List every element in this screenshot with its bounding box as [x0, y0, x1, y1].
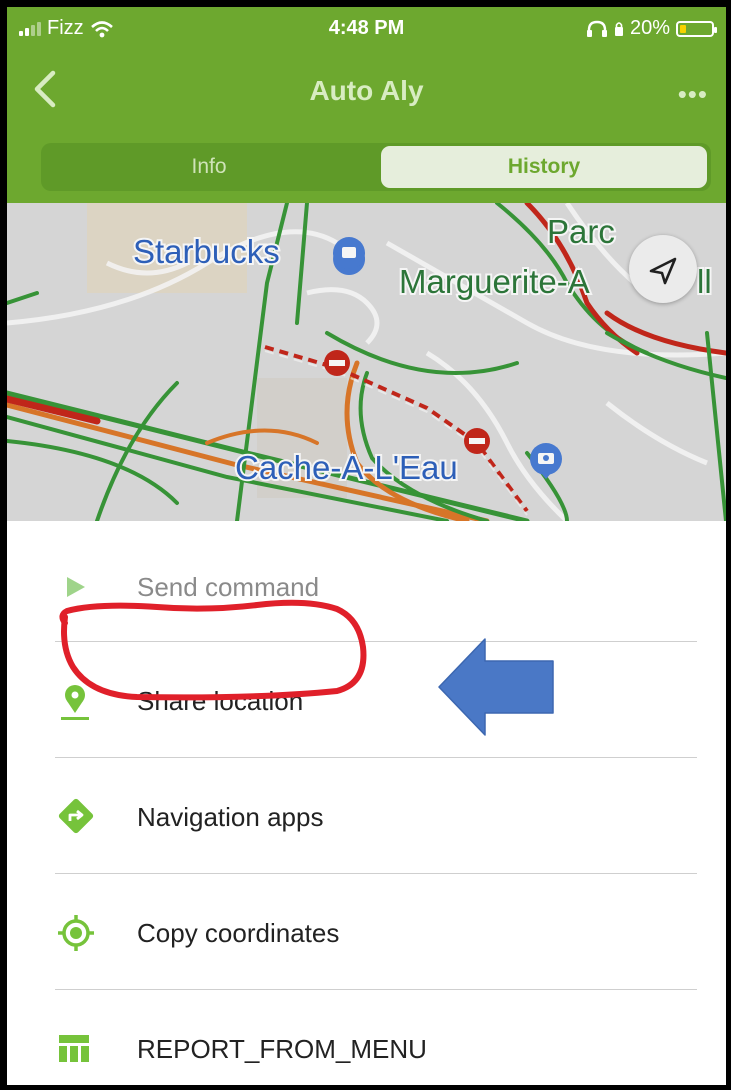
- tab-history[interactable]: History: [381, 146, 707, 188]
- divider: [55, 989, 697, 990]
- app-screen: Fizz 4:48 PM 20% Auto Aly ••• Info Histo…: [7, 7, 726, 1085]
- table-icon: [59, 1035, 89, 1062]
- divider: [55, 757, 697, 758]
- battery-fill: [680, 24, 686, 33]
- battery-percent: 20%: [629, 17, 670, 39]
- page-title: Auto Aly: [309, 75, 424, 106]
- headphones-icon: [586, 20, 607, 37]
- navigation-apps-label: Navigation apps: [137, 802, 324, 832]
- report-label: REPORT_FROM_MENU: [137, 1034, 427, 1064]
- play-icon: [67, 577, 85, 597]
- navigation-diamond-icon: [58, 798, 94, 834]
- segmented-control: Info History: [41, 143, 711, 191]
- divider: [55, 873, 697, 874]
- status-right-group: 20%: [586, 17, 717, 40]
- map-dim-overlay: [7, 203, 726, 521]
- report-button[interactable]: REPORT_FROM_MENU: [55, 991, 697, 1085]
- copy-coordinates-button[interactable]: Copy coordinates: [55, 875, 697, 991]
- share-location-button[interactable]: Share location: [55, 643, 697, 759]
- target-icon: [58, 915, 94, 951]
- map-view[interactable]: Starbucks Parc Marguerite-A ll Cache-A-L…: [7, 203, 726, 521]
- share-location-label: Share location: [137, 686, 304, 716]
- send-command-label: Send command: [137, 572, 320, 602]
- location-pin-icon: [61, 685, 89, 720]
- send-command-button[interactable]: Send command: [55, 529, 697, 645]
- more-horizontal-icon[interactable]: •••: [678, 79, 708, 110]
- navigation-apps-button[interactable]: Navigation apps: [55, 759, 697, 875]
- divider: [55, 641, 697, 642]
- orientation-lock-icon: [614, 21, 623, 36]
- tab-info[interactable]: Info: [41, 143, 377, 191]
- battery-icon: [676, 20, 717, 37]
- copy-coordinates-label: Copy coordinates: [137, 918, 340, 948]
- status-bar: Fizz 4:48 PM 20%: [7, 7, 726, 51]
- navigation-bar: Auto Aly ••• Info History: [7, 51, 726, 203]
- action-sheet: Send command Share location Navigation a…: [7, 521, 726, 1085]
